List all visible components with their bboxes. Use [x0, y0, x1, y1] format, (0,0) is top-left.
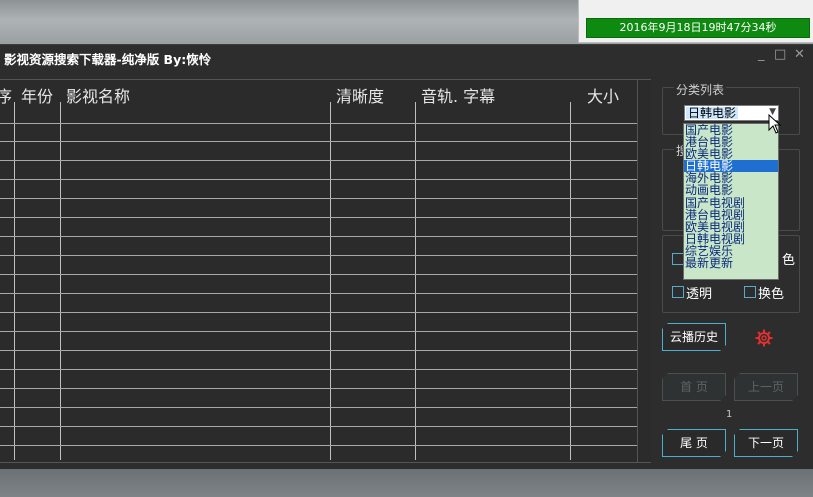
gear-icon[interactable]: [755, 329, 773, 351]
minimize-button[interactable]: _: [758, 47, 765, 62]
category-group-label: 分类列表: [674, 81, 727, 98]
table-row-line: [0, 369, 637, 370]
transparent-label: 透明: [686, 287, 713, 302]
table-row-line: [0, 198, 637, 199]
hidden-option-label: 色: [782, 253, 796, 268]
table-row-line: [0, 274, 637, 275]
dropdown-option[interactable]: 港台电视剧: [684, 209, 778, 221]
cloud-history-button[interactable]: 云播历史: [662, 323, 726, 351]
table-row-line: [0, 350, 637, 351]
column-header-index[interactable]: 序: [0, 83, 12, 107]
transparent-checkbox[interactable]: [672, 286, 684, 298]
results-table[interactable]: 序 年份 影视名称 清晰度 音轨. 字幕 大小: [0, 79, 651, 463]
category-dropdown-list[interactable]: 国产电影 港台电影 欧美电影 日韩电影 海外电影 动画电影 国产电视剧 港台电视…: [683, 123, 779, 280]
table-row-line: [0, 141, 637, 142]
table-row-line: [0, 426, 637, 427]
table-row-line: [0, 255, 637, 256]
table-row-line: [0, 160, 637, 161]
recolor-checkbox[interactable]: [744, 286, 756, 298]
column-header-title[interactable]: 影视名称: [66, 83, 130, 107]
first-page-button[interactable]: 首 页: [662, 373, 726, 401]
table-row-line: [0, 123, 637, 124]
prev-page-button[interactable]: 上一页: [734, 373, 798, 401]
column-header-quality[interactable]: 清晰度: [336, 83, 384, 107]
desktop-background-bottom: [0, 468, 813, 497]
close-button[interactable]: ✕: [794, 47, 805, 62]
page-number: 1: [726, 409, 733, 420]
column-header-size[interactable]: 大小: [587, 83, 619, 107]
table-row-line: [0, 407, 637, 408]
recolor-label: 换色: [758, 287, 785, 302]
dropdown-option[interactable]: 国产电视剧: [684, 197, 778, 209]
app-window: 影视资源搜索下载器-纯净版 By:恢怜 _ □ ✕ 序 年份 影视名称 清晰度 …: [0, 44, 813, 469]
table-row-line: [0, 236, 637, 237]
clock-panel: 2016年9月18日19时47分34秒: [578, 0, 813, 43]
dropdown-option[interactable]: 动画电影: [684, 184, 778, 196]
table-row-line: [0, 445, 637, 446]
window-title: 影视资源搜索下载器-纯净版 By:恢怜: [4, 52, 212, 67]
next-page-button[interactable]: 下一页: [734, 429, 798, 457]
arrow-cursor-icon: [768, 114, 782, 134]
column-header-audio-subtitle[interactable]: 音轨. 字幕: [421, 83, 495, 107]
dropdown-option[interactable]: 最新更新: [684, 257, 778, 269]
table-row-line: [0, 312, 637, 313]
table-row-line: [0, 217, 637, 218]
column-header-year[interactable]: 年份: [21, 83, 53, 107]
maximize-button[interactable]: □: [774, 47, 786, 62]
last-page-button[interactable]: 尾 页: [662, 429, 726, 457]
category-select-value: 日韩电影: [686, 106, 739, 120]
table-row-line: [0, 331, 637, 332]
datetime-display: 2016年9月18日19时47分34秒: [586, 18, 810, 38]
table-row-line: [0, 388, 637, 389]
category-select[interactable]: 日韩电影 ▼: [684, 105, 779, 121]
table-row-line: [0, 179, 637, 180]
table-scrollbar[interactable]: [637, 80, 651, 462]
table-row-line: [0, 293, 637, 294]
